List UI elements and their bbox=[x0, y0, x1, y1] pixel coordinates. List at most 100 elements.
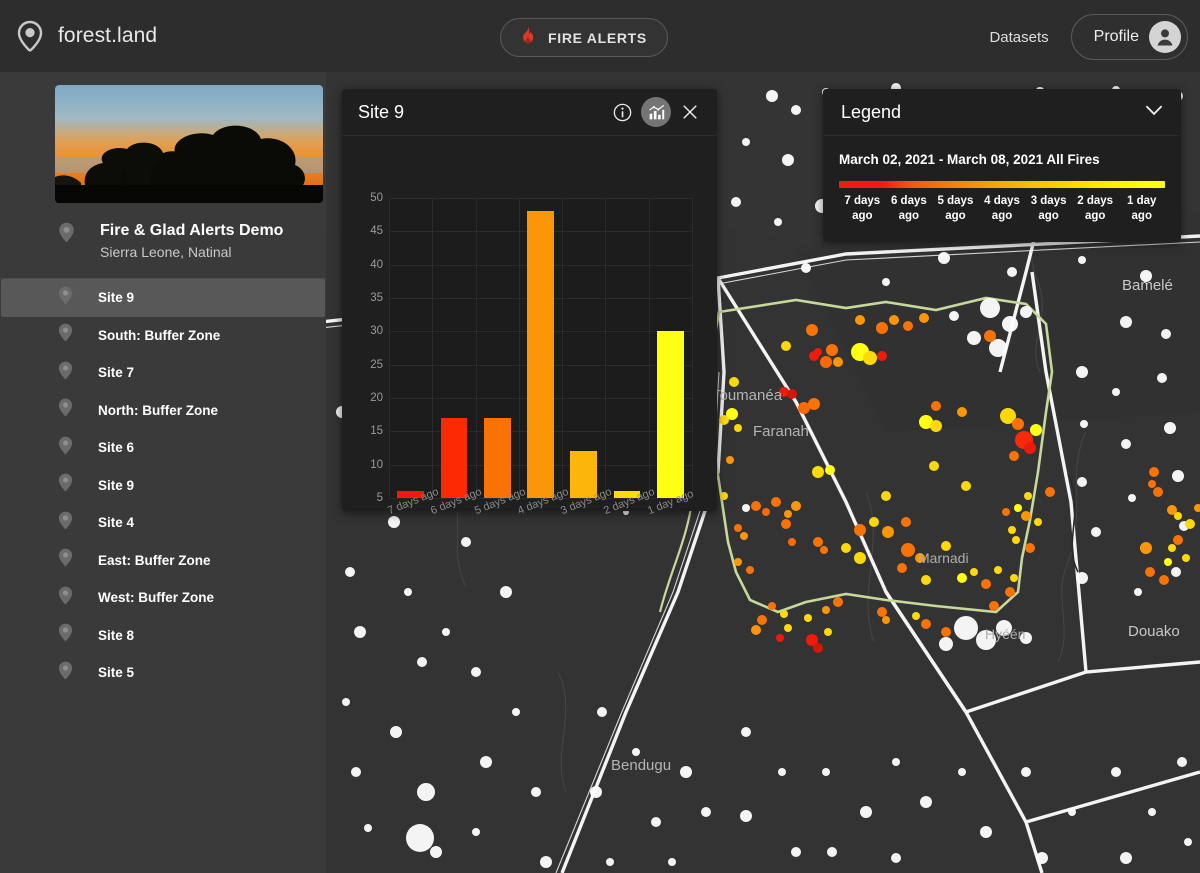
legend-tick-line1: 5 days bbox=[932, 194, 979, 209]
project-subtitle: Sierra Leone, Natinal bbox=[100, 242, 283, 262]
fire-alerts-button[interactable]: FIRE ALERTS bbox=[500, 18, 668, 57]
legend-tick-labels: 7 daysago6 daysago5 daysago4 daysago3 da… bbox=[839, 194, 1165, 224]
legend-tick-line2: ago bbox=[1072, 209, 1119, 224]
project-thumbnail[interactable] bbox=[55, 85, 323, 203]
sunset-trees-photo bbox=[55, 85, 323, 203]
location-pin-logo-icon bbox=[14, 20, 46, 52]
map-pin-icon bbox=[55, 285, 76, 311]
svg-text:Douako: Douako bbox=[1128, 623, 1180, 640]
legend-tick-line1: 1 day bbox=[1118, 194, 1165, 209]
legend-color-gradient bbox=[839, 181, 1165, 188]
chart-panel-header: Site 9 bbox=[342, 89, 717, 136]
y-axis-tick-label: 10 bbox=[353, 459, 383, 471]
legend-body: March 02, 2021 - March 08, 2021 All Fire… bbox=[823, 136, 1181, 224]
sidebar-item-east-buffer-zone[interactable]: East: Buffer Zone bbox=[1, 542, 325, 580]
sidebar-item-label: Site 4 bbox=[98, 515, 134, 530]
y-axis-tick-label: 40 bbox=[353, 259, 383, 271]
profile-button[interactable]: Profile bbox=[1071, 14, 1188, 60]
sidebar-item-label: North: Buffer Zone bbox=[98, 403, 218, 418]
brand[interactable]: forest.land bbox=[14, 20, 157, 52]
bar-3[interactable] bbox=[527, 211, 554, 498]
legend-title: Legend bbox=[841, 102, 1141, 123]
legend-panel-header: Legend bbox=[823, 89, 1181, 136]
legend-tick-line2: ago bbox=[1118, 209, 1165, 224]
legend-tick-line1: 7 days bbox=[839, 194, 886, 209]
map-pin-icon bbox=[55, 585, 76, 611]
sidebar-item-site-4[interactable]: Site 4 bbox=[1, 504, 325, 542]
chart-panel-title: Site 9 bbox=[358, 102, 603, 123]
y-axis-tick-label: 25 bbox=[353, 359, 383, 371]
sidebar-item-west-buffer-zone[interactable]: West: Buffer Zone bbox=[1, 579, 325, 617]
sidebar: Fire & Glad Alerts Demo Sierra Leone, Na… bbox=[0, 72, 326, 873]
sidebar-item-site-6[interactable]: Site 6 bbox=[1, 429, 325, 467]
map-pin-icon bbox=[55, 360, 76, 386]
map-pin-icon bbox=[55, 510, 76, 536]
map-pin-icon bbox=[55, 472, 76, 498]
gridline-horizontal bbox=[389, 198, 692, 199]
legend-tick-line2: ago bbox=[932, 209, 979, 224]
sidebar-item-site-8[interactable]: Site 8 bbox=[1, 617, 325, 655]
sidebar-item-site-7[interactable]: Site 7 bbox=[1, 354, 325, 392]
sidebar-item-south-buffer-zone[interactable]: South: Buffer Zone bbox=[1, 317, 325, 355]
gridline-vertical bbox=[389, 198, 390, 498]
y-axis-tick-label: 5 bbox=[353, 492, 383, 504]
sidebar-item-north-buffer-zone[interactable]: North: Buffer Zone bbox=[1, 392, 325, 430]
profile-label: Profile bbox=[1094, 28, 1139, 46]
y-axis-tick-label: 20 bbox=[353, 392, 383, 404]
legend-tick-line2: ago bbox=[1025, 209, 1072, 224]
bar-2[interactable] bbox=[484, 418, 511, 498]
site-list: Site 9 South: Buffer Zone Site 7 North: Buf… bbox=[0, 279, 326, 692]
legend-tick: 3 daysago bbox=[1025, 194, 1072, 224]
y-axis-tick-label: 50 bbox=[353, 192, 383, 204]
close-x-icon[interactable] bbox=[675, 97, 705, 127]
map-pin-icon bbox=[55, 660, 76, 686]
gridline-vertical bbox=[649, 198, 650, 498]
project-header[interactable]: Fire & Glad Alerts Demo Sierra Leone, Na… bbox=[0, 203, 326, 279]
sidebar-item-label: East: Buffer Zone bbox=[98, 553, 211, 568]
svg-text:Hyéén: Hyéén bbox=[985, 626, 1025, 642]
sidebar-item-label: South: Buffer Zone bbox=[98, 328, 220, 343]
gridline-vertical bbox=[476, 198, 477, 498]
sidebar-item-site-5[interactable]: Site 5 bbox=[1, 654, 325, 692]
sidebar-item-label: Site 9 bbox=[98, 290, 134, 305]
gridline-vertical bbox=[605, 198, 606, 498]
svg-text:Marnadi: Marnadi bbox=[918, 550, 969, 566]
sidebar-item-site-9[interactable]: Site 9 bbox=[1, 467, 325, 505]
map-pin-icon bbox=[55, 435, 76, 461]
gridline-vertical bbox=[562, 198, 563, 498]
map-pin-icon bbox=[55, 622, 76, 648]
svg-text:Faranah: Faranah bbox=[753, 423, 809, 440]
legend-tick: 6 daysago bbox=[886, 194, 933, 224]
bar-1[interactable] bbox=[441, 418, 468, 498]
chevron-down-icon[interactable] bbox=[1141, 97, 1167, 128]
y-axis-tick-label: 45 bbox=[353, 225, 383, 237]
y-axis-tick-label: 30 bbox=[353, 325, 383, 337]
legend-tick: 1 dayago bbox=[1118, 194, 1165, 224]
gridline-vertical bbox=[519, 198, 520, 498]
info-circle-icon[interactable] bbox=[607, 97, 637, 127]
map-pin-icon bbox=[55, 322, 76, 348]
bar-chart-plot[interactable] bbox=[389, 198, 692, 498]
fire-alerts-label: FIRE ALERTS bbox=[548, 30, 647, 46]
legend-tick-line1: 2 days bbox=[1072, 194, 1119, 209]
legend-tick-line1: 4 days bbox=[979, 194, 1026, 209]
sidebar-item-label: Site 6 bbox=[98, 440, 134, 455]
sidebar-item-label: Site 9 bbox=[98, 478, 134, 493]
brand-name: forest.land bbox=[58, 24, 157, 48]
legend-tick: 4 daysago bbox=[979, 194, 1026, 224]
bar-chart-icon[interactable] bbox=[641, 97, 671, 127]
map-pin-icon bbox=[55, 221, 78, 249]
legend-tick-line1: 6 days bbox=[886, 194, 933, 209]
user-avatar-icon bbox=[1149, 21, 1181, 53]
legend-tick-line1: 3 days bbox=[1025, 194, 1072, 209]
map-pin-icon bbox=[55, 397, 76, 423]
legend-tick: 7 daysago bbox=[839, 194, 886, 224]
y-axis-tick-label: 15 bbox=[353, 425, 383, 437]
legend-panel[interactable]: Legend March 02, 2021 - March 08, 2021 A… bbox=[823, 89, 1181, 242]
sidebar-item-label: Site 7 bbox=[98, 365, 134, 380]
datasets-link[interactable]: Datasets bbox=[989, 29, 1048, 46]
bar-6[interactable] bbox=[657, 331, 684, 498]
legend-date-range: March 02, 2021 - March 08, 2021 All Fire… bbox=[839, 152, 1165, 167]
sidebar-item-site-9[interactable]: Site 9 bbox=[1, 279, 325, 317]
chart-panel[interactable]: Site 9 bbox=[342, 89, 717, 511]
